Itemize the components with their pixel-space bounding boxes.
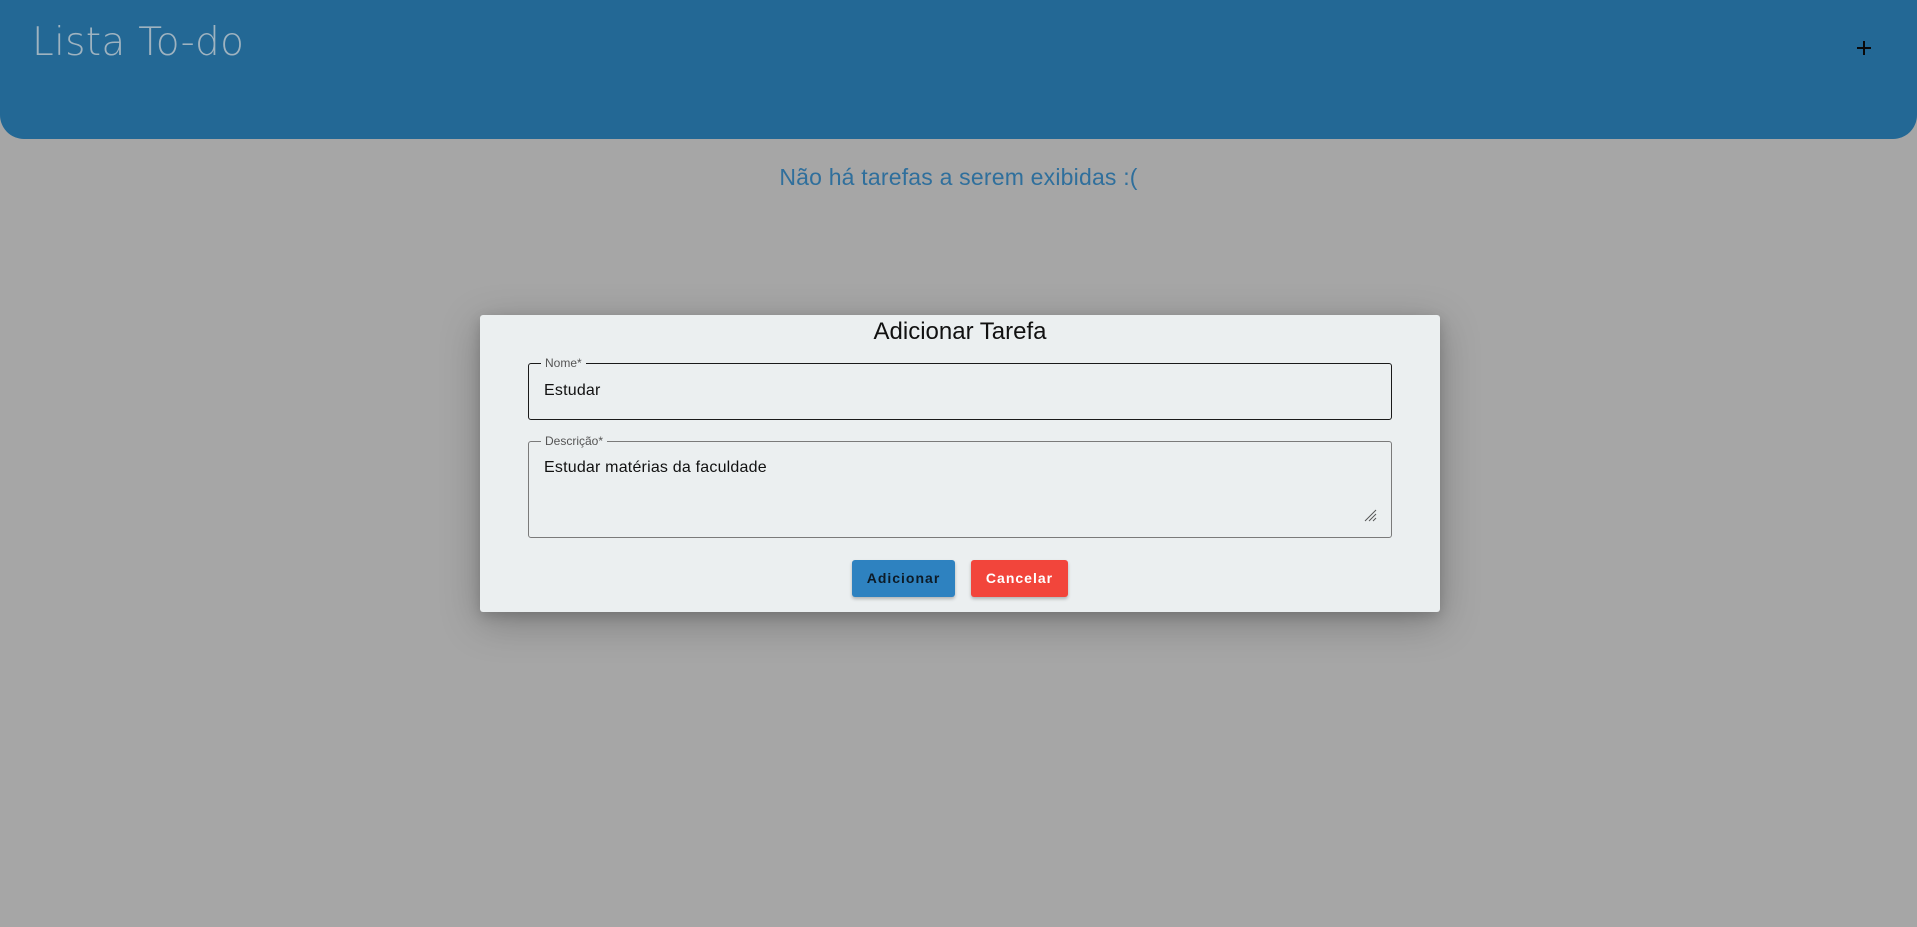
app-title: Lista To-do bbox=[32, 20, 245, 65]
app-page: Lista To-do Não há tarefas a serem exibi… bbox=[0, 0, 1917, 927]
add-button[interactable]: Adicionar bbox=[852, 560, 955, 597]
name-field-value[interactable]: Estudar bbox=[544, 380, 601, 402]
name-field-label: Nome* bbox=[541, 355, 586, 371]
app-header: Lista To-do bbox=[0, 0, 1917, 139]
name-field[interactable]: Nome* Estudar bbox=[528, 355, 1392, 420]
description-field[interactable]: Descrição* Estudar matérias da faculdade bbox=[528, 433, 1392, 538]
add-task-dialog: Adicionar Tarefa Nome* Estudar Descrição… bbox=[480, 315, 1440, 612]
plus-icon[interactable] bbox=[1850, 34, 1878, 62]
cancel-button[interactable]: Cancelar bbox=[971, 560, 1068, 597]
resize-handle-icon[interactable] bbox=[1363, 508, 1377, 522]
description-field-label: Descrição* bbox=[541, 433, 608, 449]
empty-state-message: Não há tarefas a serem exibidas :( bbox=[779, 164, 1138, 190]
description-field-value[interactable]: Estudar matérias da faculdade bbox=[544, 457, 767, 479]
dialog-title: Adicionar Tarefa bbox=[873, 318, 1047, 345]
